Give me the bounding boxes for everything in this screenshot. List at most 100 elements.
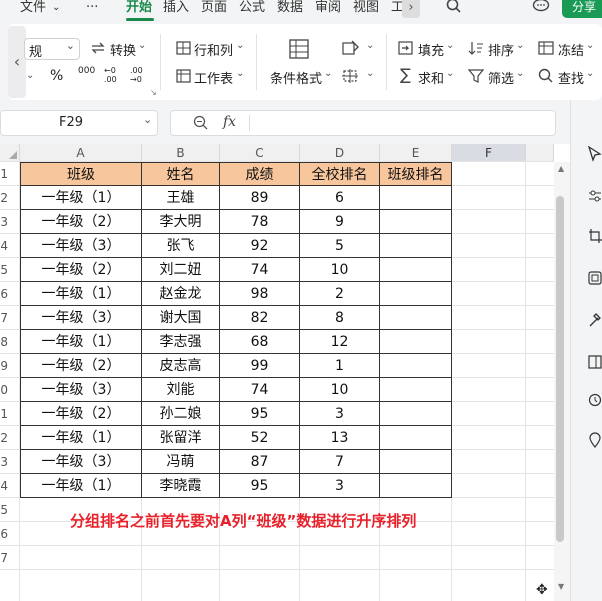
table-cell[interactable]: 6 <box>300 186 380 210</box>
chevron-down-icon[interactable]: ⌄ <box>236 40 244 51</box>
conditional-format-button[interactable]: 条件格式 <box>270 68 322 87</box>
column-header-a[interactable]: A <box>20 144 142 162</box>
table-cell[interactable]: 一年级（1） <box>20 426 142 450</box>
column-header-c[interactable]: C <box>220 144 300 162</box>
table-cell[interactable]: 刘能 <box>142 378 220 402</box>
row-header[interactable]: 3 <box>0 210 8 234</box>
table-cell[interactable]: 张留洋 <box>142 426 220 450</box>
chevron-down-icon[interactable]: ⌄ <box>366 68 374 79</box>
column-header-e[interactable]: E <box>380 144 452 162</box>
history-icon[interactable] <box>588 392 602 412</box>
chevron-down-icon[interactable]: ⌄ <box>324 68 332 79</box>
share-button[interactable]: 分享 <box>562 0 602 18</box>
row-header[interactable]: 12 <box>0 426 8 450</box>
table-cell[interactable]: 3 <box>300 402 380 426</box>
spreadsheet-grid[interactable]: A B C D E F 1234567891011121314151617 班级… <box>0 144 570 601</box>
row-header[interactable]: 9 <box>0 354 8 378</box>
cell-style-icon[interactable] <box>342 40 360 59</box>
more-menu-button[interactable]: ··· <box>86 0 98 22</box>
table-cell[interactable] <box>380 450 452 474</box>
shapes-icon[interactable] <box>588 270 602 290</box>
tabs-scroll-right-icon[interactable]: › <box>402 0 420 18</box>
table-cell[interactable] <box>380 330 452 354</box>
chevron-down-icon[interactable]: ⌄ <box>516 68 524 79</box>
table-cell[interactable]: 98 <box>220 282 300 306</box>
adjust-sliders-icon[interactable] <box>588 188 602 208</box>
search-icon[interactable] <box>446 0 462 20</box>
table-cell[interactable]: 78 <box>220 210 300 234</box>
table-cell[interactable]: 5 <box>300 234 380 258</box>
table-header-cell[interactable]: 成绩 <box>220 162 300 186</box>
chevron-down-icon[interactable]: ⌄ <box>586 68 594 79</box>
table-cell[interactable] <box>380 282 452 306</box>
table-cell[interactable]: 68 <box>220 330 300 354</box>
border-icon[interactable] <box>342 69 358 86</box>
tab-data[interactable]: 数据 <box>277 0 303 22</box>
table-header-cell[interactable]: 全校排名 <box>300 162 380 186</box>
table-cell[interactable]: 1 <box>300 354 380 378</box>
thousands-separator-button[interactable]: 000 <box>78 66 95 76</box>
column-header-g[interactable] <box>526 144 554 162</box>
table-cell[interactable]: 一年级（3） <box>20 378 142 402</box>
row-header[interactable]: 13 <box>0 450 8 474</box>
table-cell[interactable]: 刘二妞 <box>142 258 220 282</box>
table-cell[interactable]: 谢大国 <box>142 306 220 330</box>
tab-review[interactable]: 审阅 <box>315 0 341 22</box>
crop-icon[interactable] <box>588 228 602 248</box>
function-icon[interactable]: fx <box>223 114 236 130</box>
table-cell[interactable] <box>380 258 452 282</box>
tab-page[interactable]: 页面 <box>201 0 227 22</box>
table-cell[interactable]: 孙二娘 <box>142 402 220 426</box>
table-cell[interactable] <box>380 186 452 210</box>
table-cell[interactable]: 7 <box>300 450 380 474</box>
find-button[interactable]: 查找 <box>558 68 584 87</box>
select-all-corner[interactable] <box>0 144 20 162</box>
table-cell[interactable]: 8 <box>300 306 380 330</box>
table-cell[interactable]: 92 <box>220 234 300 258</box>
row-header[interactable]: 8 <box>0 330 8 354</box>
scroll-up-icon[interactable]: ▲ <box>558 164 564 173</box>
table-cell[interactable]: 12 <box>300 330 380 354</box>
table-cell[interactable]: 赵金龙 <box>142 282 220 306</box>
table-cell[interactable]: 一年级（3） <box>20 306 142 330</box>
row-header[interactable]: 7 <box>0 306 8 330</box>
row-header[interactable]: 14 <box>0 474 8 498</box>
table-cell[interactable]: 82 <box>220 306 300 330</box>
chevron-down-icon[interactable]: ⌄ <box>26 70 34 81</box>
table-cell[interactable]: 一年级（2） <box>20 402 142 426</box>
formula-input[interactable]: fx <box>170 110 556 136</box>
table-cell[interactable]: 87 <box>220 450 300 474</box>
decrease-decimal-button[interactable]: .00 →0 <box>130 66 152 84</box>
table-cell[interactable] <box>380 354 452 378</box>
table-cell[interactable]: 冯萌 <box>142 450 220 474</box>
table-cell[interactable]: 张飞 <box>142 234 220 258</box>
table-cell[interactable]: 10 <box>300 258 380 282</box>
row-header[interactable]: 5 <box>0 258 8 282</box>
row-header[interactable]: 17 <box>0 546 8 570</box>
zoom-icon[interactable] <box>193 115 209 135</box>
table-cell[interactable]: 一年级（2） <box>20 354 142 378</box>
row-header[interactable]: 2 <box>0 186 8 210</box>
table-cell[interactable]: 李晓霞 <box>142 474 220 498</box>
table-cell[interactable]: 13 <box>300 426 380 450</box>
table-cell[interactable]: 一年级（2） <box>20 210 142 234</box>
table-cell[interactable]: 一年级（1） <box>20 186 142 210</box>
rows-cols-button[interactable]: 行和列 <box>194 40 233 59</box>
table-cell[interactable]: 74 <box>220 258 300 282</box>
table-cell[interactable]: 2 <box>300 282 380 306</box>
chevron-down-icon[interactable]: ⌄ <box>446 68 454 79</box>
row-header[interactable]: 6 <box>0 282 8 306</box>
tab-view[interactable]: 视图 <box>353 0 379 22</box>
table-cell[interactable]: 一年级（3） <box>20 450 142 474</box>
name-box[interactable]: F29 ⌄ <box>0 110 158 136</box>
percent-button[interactable]: % <box>50 68 63 84</box>
table-cell[interactable]: 95 <box>220 402 300 426</box>
table-header-cell[interactable]: 姓名 <box>142 162 220 186</box>
table-cell[interactable]: 皮志高 <box>142 354 220 378</box>
chevron-down-icon[interactable]: ⌄ <box>52 0 60 22</box>
scrollbar-thumb[interactable] <box>556 196 564 542</box>
chevron-down-icon[interactable]: ⌄ <box>138 40 146 51</box>
table-cell[interactable] <box>380 234 452 258</box>
menu-file[interactable]: 文件 <box>20 0 46 22</box>
table-cell[interactable]: 一年级（3） <box>20 234 142 258</box>
